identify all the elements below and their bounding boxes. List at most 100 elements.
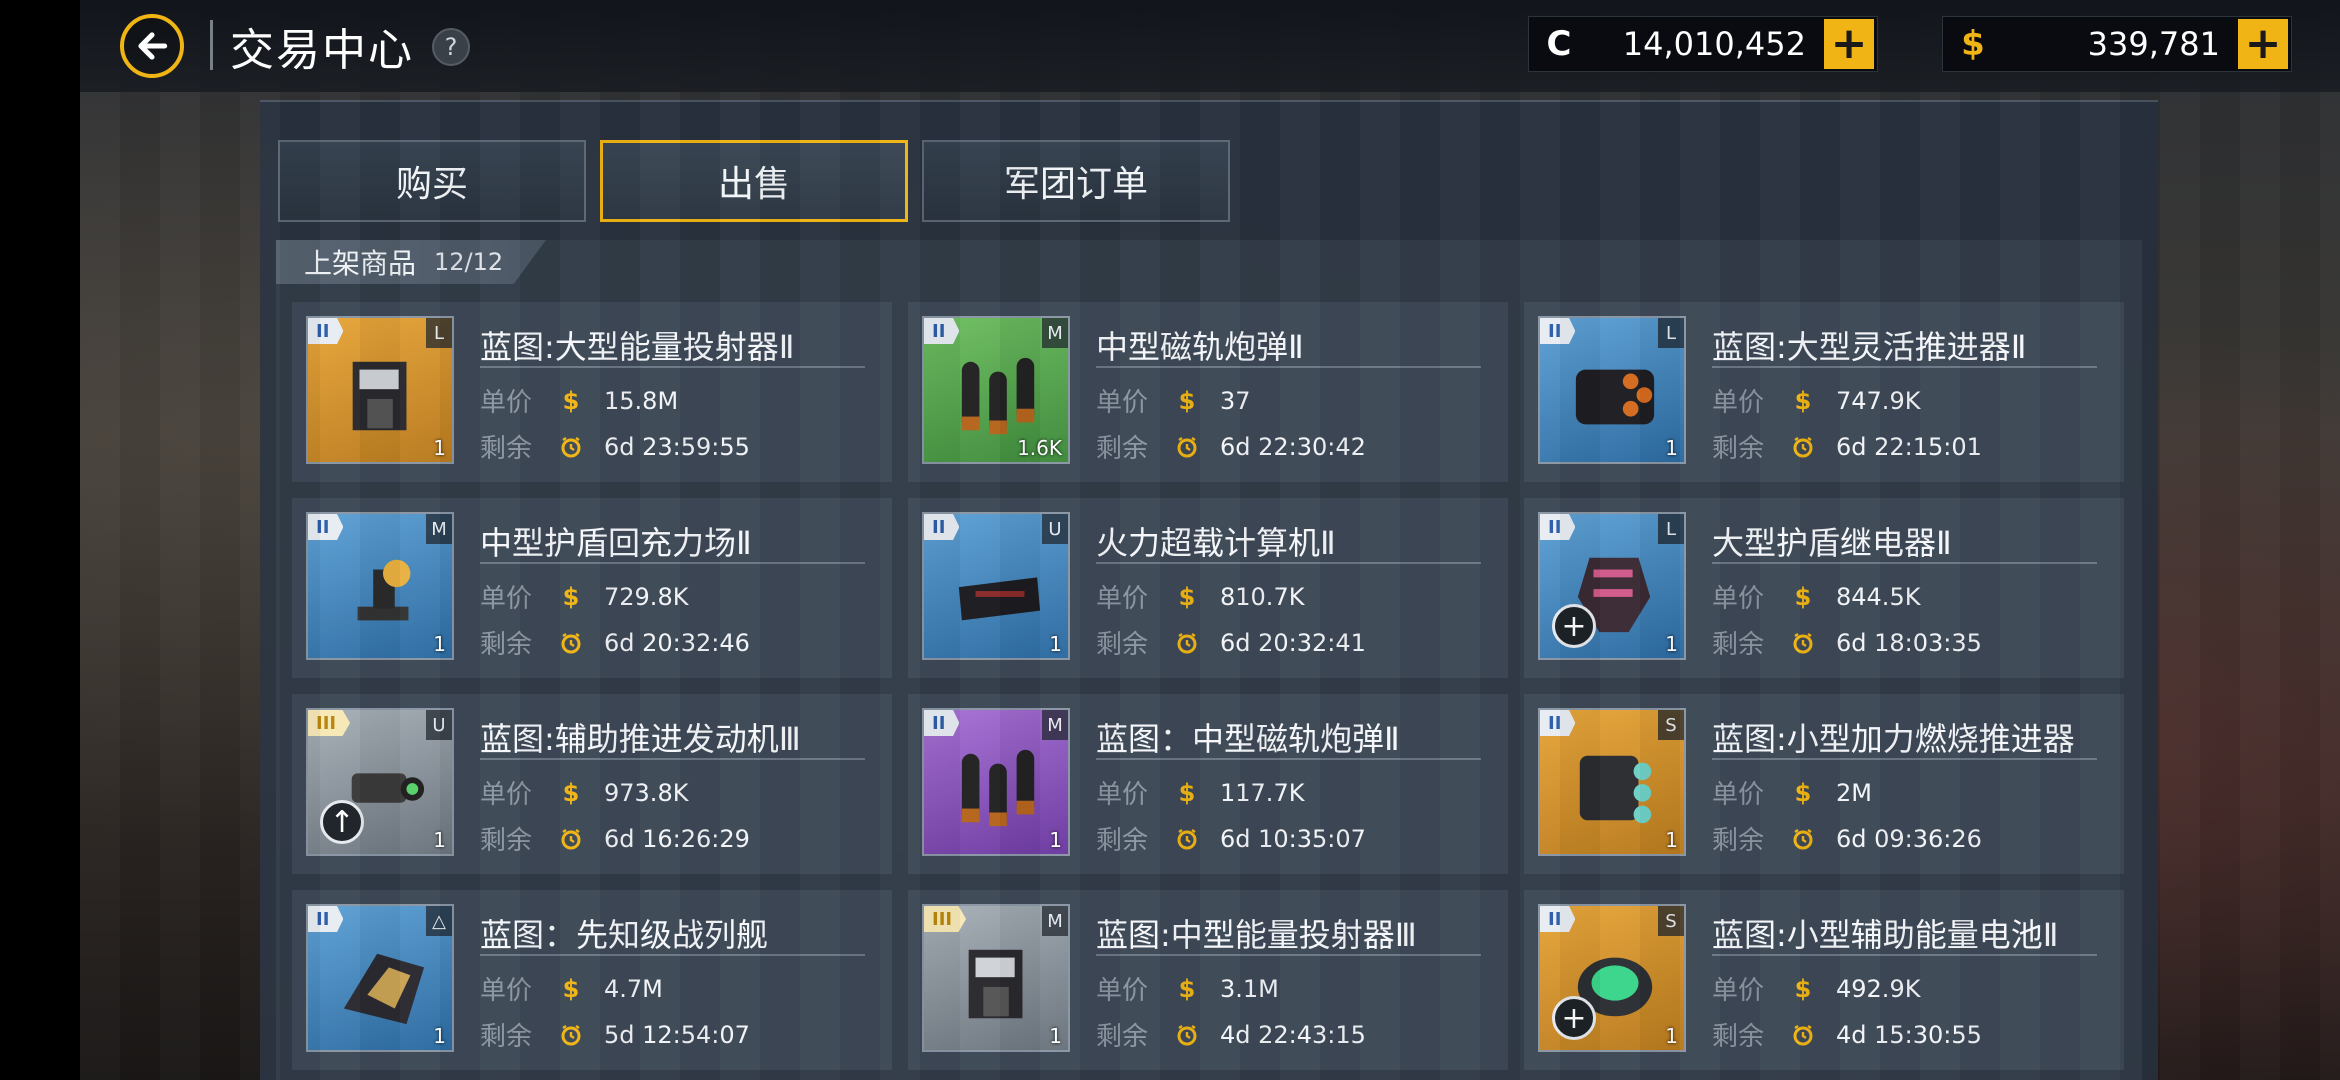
name-divider — [480, 366, 865, 368]
price-label: 单价 — [1096, 976, 1149, 1006]
listing-card[interactable]: II L 1 蓝图:大型灵活推进器Ⅱ 单价 $ 747.9K 剩余 6d 22:… — [1524, 302, 2124, 482]
plus-circle-icon: + — [1552, 604, 1596, 648]
currency-c-display: C 14,010,452 + — [1528, 16, 1878, 72]
size-badge: L — [1658, 514, 1684, 544]
item-name: 中型护盾回充力场Ⅱ — [480, 524, 752, 562]
item-quantity: 1 — [1665, 436, 1678, 460]
listing-count: 12/12 — [434, 248, 504, 276]
item-thumbnail: II M 1 — [306, 512, 454, 660]
back-button[interactable] — [120, 14, 184, 78]
item-remaining-time: 6d 09:36:26 — [1836, 824, 1982, 853]
tier-badge: II — [308, 906, 344, 932]
price-label: 单价 — [480, 388, 533, 418]
item-name: 蓝图：中型磁轨炮弹Ⅱ — [1096, 720, 1400, 758]
item-remaining-time: 4d 22:43:15 — [1220, 1020, 1366, 1049]
remaining-label: 剩余 — [480, 1022, 533, 1052]
alarm-clock-icon — [1790, 434, 1816, 460]
item-remaining-time: 5d 12:54:07 — [604, 1020, 750, 1049]
item-thumbnail: II L 1 — [1538, 316, 1686, 464]
remaining-label: 剩余 — [1712, 1022, 1765, 1052]
remaining-label: 剩余 — [1712, 826, 1765, 856]
remaining-label: 剩余 — [1096, 826, 1149, 856]
section-header: 上架商品 12/12 — [276, 240, 546, 284]
item-thumbnail: II M 1 — [922, 708, 1070, 856]
item-remaining-time: 6d 23:59:55 — [604, 432, 750, 461]
tab-sell[interactable]: 出售 — [600, 140, 908, 222]
coin-icon: $ — [1794, 974, 1812, 1003]
item-image — [1575, 369, 1655, 425]
item-thumbnail: III U 1 ↑ — [306, 708, 454, 856]
tier-badge: II — [1540, 710, 1576, 736]
price-label: 单价 — [1096, 780, 1149, 810]
alarm-clock-icon — [1174, 630, 1200, 656]
remaining-label: 剩余 — [1712, 630, 1765, 660]
listing-card[interactable]: II L 1 + 大型护盾继电器Ⅱ 单价 $ 844.5K 剩余 6d 18:0… — [1524, 498, 2124, 678]
price-row: 单价 $ 973.8K — [480, 774, 688, 811]
time-row: 剩余 6d 20:32:41 — [1096, 624, 1366, 661]
size-badge: M — [1042, 710, 1068, 740]
item-price: 973.8K — [604, 778, 689, 807]
size-badge: S — [1658, 906, 1684, 936]
item-name: 蓝图:大型灵活推进器Ⅱ — [1712, 328, 2027, 366]
item-quantity: 1 — [433, 828, 446, 852]
item-image — [1579, 755, 1652, 824]
name-divider — [1096, 758, 1481, 760]
item-quantity: 1 — [433, 632, 446, 656]
coin-icon: $ — [1178, 582, 1196, 611]
name-divider — [1096, 954, 1481, 956]
coin-icon: $ — [1178, 974, 1196, 1003]
price-row: 单价 $ 729.8K — [480, 578, 688, 615]
coin-icon: $ — [1178, 778, 1196, 807]
price-row: 单价 $ 492.9K — [1712, 970, 1920, 1007]
tab-legion-orders[interactable]: 军团订单 — [922, 140, 1230, 222]
coin-icon: $ — [1794, 778, 1812, 807]
coin-icon: $ — [562, 974, 580, 1003]
item-price: 844.5K — [1836, 582, 1921, 611]
section-label: 上架商品 — [304, 247, 417, 280]
listing-card[interactable]: II M 1.6K 中型磁轨炮弹Ⅱ 单价 $ 37 剩余 6d 22:30:42 — [908, 302, 1508, 482]
remaining-label: 剩余 — [480, 826, 533, 856]
price-row: 单价 $ 117.7K — [1096, 774, 1304, 811]
price-row: 单价 $ 3.1M — [1096, 970, 1279, 1007]
listing-card[interactable]: II S 1 + 蓝图:小型辅助能量电池Ⅱ 单价 $ 492.9K 剩余 4d … — [1524, 890, 2124, 1070]
item-thumbnail: III M 1 — [922, 904, 1070, 1052]
item-name: 中型磁轨炮弹Ⅱ — [1096, 328, 1304, 366]
listing-card[interactable]: III U 1 ↑ 蓝图:辅助推进发动机Ⅲ 单价 $ 973.8K 剩余 6d … — [292, 694, 892, 874]
item-thumbnail: II L 1 + — [1538, 512, 1686, 660]
listing-card[interactable]: III M 1 蓝图:中型能量投射器Ⅲ 单价 $ 3.1M 剩余 4d 22:4… — [908, 890, 1508, 1070]
listing-card[interactable]: II S 1 蓝图:小型加力燃烧推进器 单价 $ 2M 剩余 6d 09:36:… — [1524, 694, 2124, 874]
listing-card[interactable]: II M 1 蓝图：中型磁轨炮弹Ⅱ 单价 $ 117.7K 剩余 6d 10:3… — [908, 694, 1508, 874]
item-price: 2M — [1836, 778, 1872, 807]
tier-badge: II — [308, 318, 344, 344]
item-image — [958, 577, 1041, 621]
listing-card[interactable]: II △ 1 蓝图：先知级战列舰 单价 $ 4.7M 剩余 5d 12:54:0… — [292, 890, 892, 1070]
coin-icon: $ — [562, 386, 580, 415]
item-name: 蓝图:大型能量投射器Ⅱ — [480, 328, 795, 366]
time-row: 剩余 6d 10:35:07 — [1096, 820, 1366, 857]
item-quantity: 1 — [1665, 632, 1678, 656]
alarm-clock-icon — [558, 630, 584, 656]
add-currency-c-button[interactable]: + — [1824, 19, 1874, 69]
remaining-label: 剩余 — [480, 630, 533, 660]
listing-area: 上架商品 12/12 II L 1 蓝图:大型能量投射器Ⅱ 单价 $ 15.8M… — [276, 240, 2142, 1080]
item-remaining-time: 6d 18:03:35 — [1836, 628, 1982, 657]
item-remaining-time: 6d 20:32:41 — [1220, 628, 1366, 657]
tier-badge: II — [308, 514, 344, 540]
help-icon[interactable]: ? — [432, 28, 470, 66]
add-currency-s-button[interactable]: + — [2238, 19, 2288, 69]
price-label: 单价 — [480, 584, 533, 614]
remaining-label: 剩余 — [1096, 1022, 1149, 1052]
price-label: 单价 — [480, 976, 533, 1006]
item-name: 大型护盾继电器Ⅱ — [1712, 524, 1952, 562]
tab-buy[interactable]: 购买 — [278, 140, 586, 222]
item-thumbnail: II S 1 — [1538, 708, 1686, 856]
listing-card[interactable]: II L 1 蓝图:大型能量投射器Ⅱ 单价 $ 15.8M 剩余 6d 23:5… — [292, 302, 892, 482]
tier-badge: II — [1540, 318, 1576, 344]
listing-card[interactable]: II M 1 中型护盾回充力场Ⅱ 单价 $ 729.8K 剩余 6d 20:32… — [292, 498, 892, 678]
remaining-label: 剩余 — [1096, 630, 1149, 660]
item-image — [961, 749, 1035, 827]
listing-card[interactable]: II U 1 火力超载计算机Ⅱ 单价 $ 810.7K 剩余 6d 20:32:… — [908, 498, 1508, 678]
size-badge: M — [1042, 318, 1068, 348]
name-divider — [1712, 758, 2097, 760]
coin-icon: $ — [1794, 386, 1812, 415]
